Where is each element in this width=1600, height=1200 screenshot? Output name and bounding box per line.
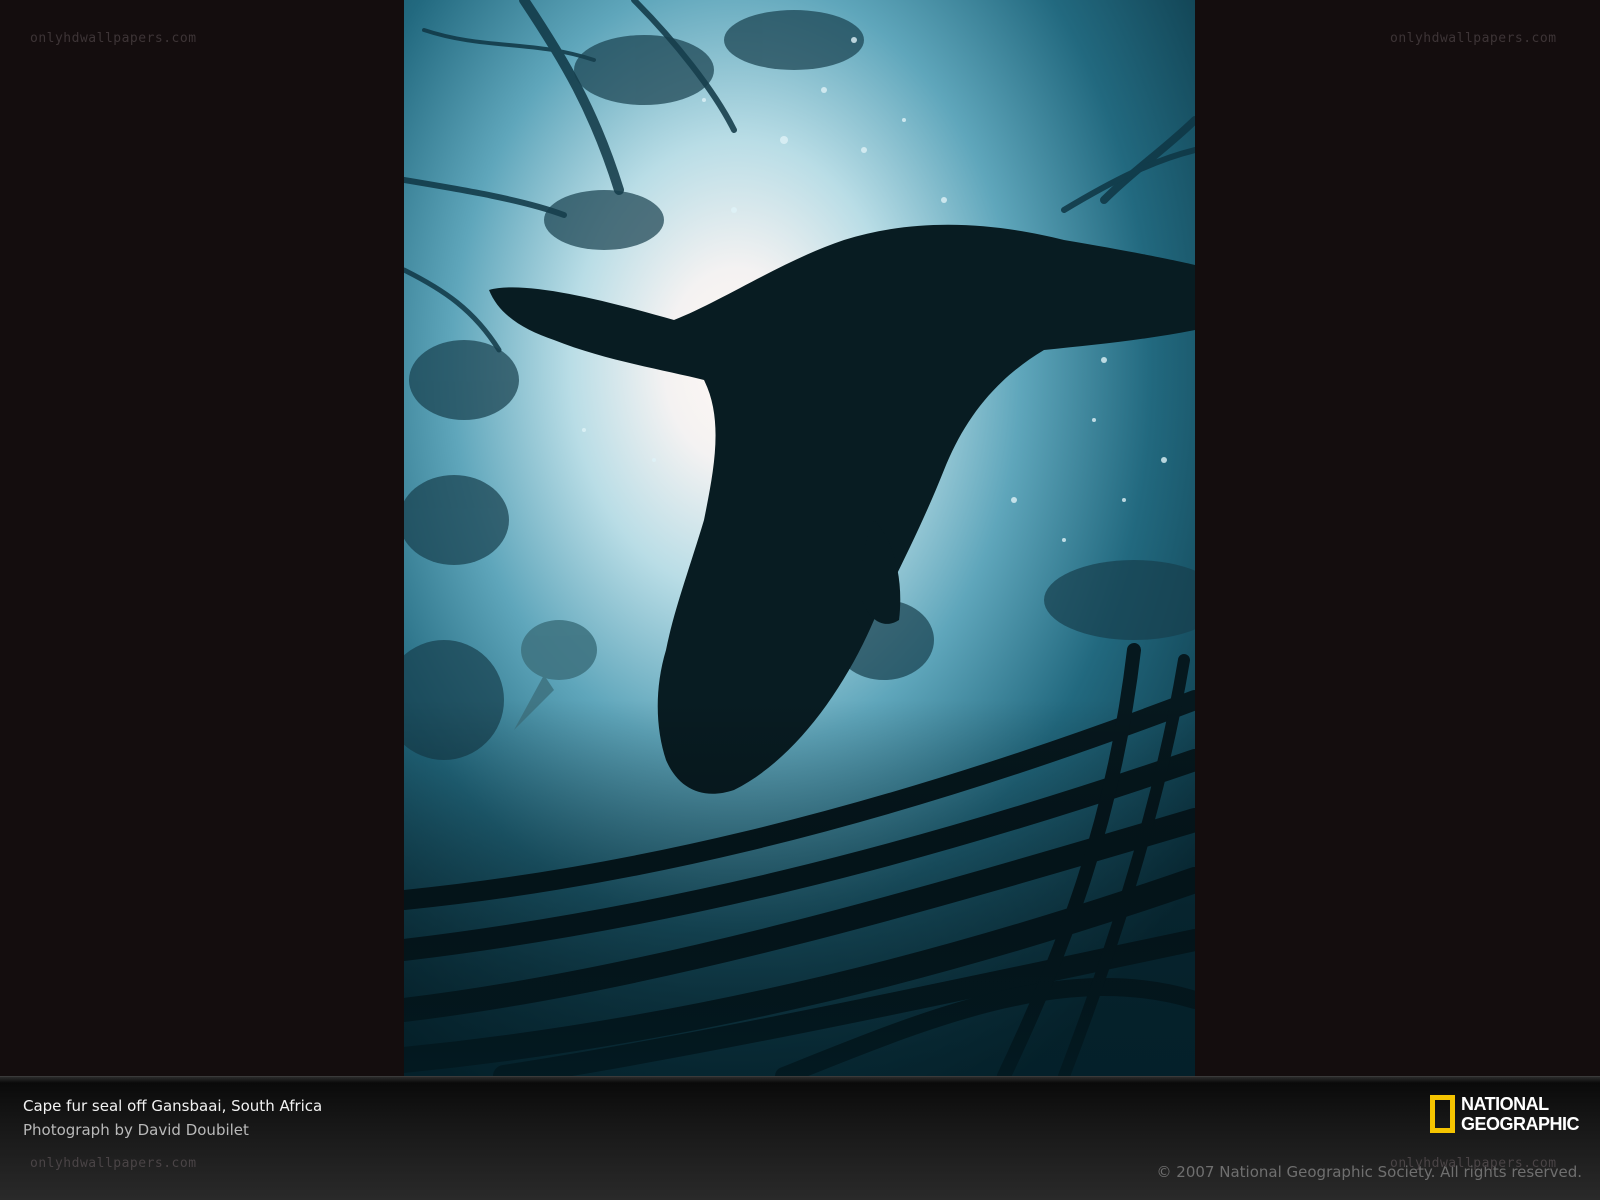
seal-photograph [404,0,1195,1076]
national-geographic-logo: NATIONAL GEOGRAPHIC [1430,1094,1580,1134]
underwater-scene [404,0,1195,1076]
logo-wordmark: NATIONAL GEOGRAPHIC [1461,1094,1580,1134]
yellow-frame-icon [1430,1095,1455,1133]
logo-line-2: GEOGRAPHIC [1461,1114,1580,1134]
logo-line-1: NATIONAL [1461,1094,1549,1114]
watermark-bottom-right: onlyhdwallpapers.com [1390,1156,1557,1171]
photo-credit: Photograph by David Doubilet [23,1121,249,1139]
photo-title: Cape fur seal off Gansbaai, South Africa [23,1097,323,1115]
watermark-top-left: onlyhdwallpapers.com [30,31,197,46]
watermark-bottom-left: onlyhdwallpapers.com [30,1156,197,1171]
wallpaper-page: onlyhdwallpapers.com onlyhdwallpapers.co… [0,0,1600,1200]
watermark-top-right: onlyhdwallpapers.com [1390,31,1557,46]
caption-bar: Cape fur seal off Gansbaai, South Africa… [0,1076,1600,1200]
